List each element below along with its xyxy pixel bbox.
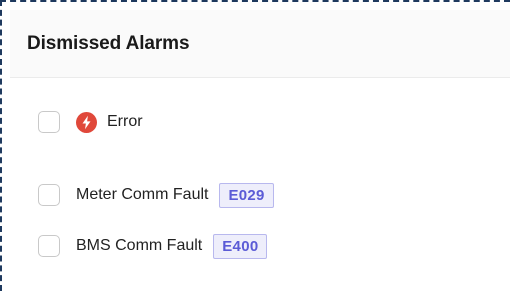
panel-title: Dismissed Alarms (27, 33, 190, 54)
alarm-code-badge: E400 (213, 233, 268, 259)
alarm-checkbox-error[interactable] (38, 111, 60, 133)
alarm-label: BMS Comm Fault (76, 237, 203, 254)
alarm-label: Meter Comm Fault (76, 186, 209, 203)
alarm-checkbox-meter-comm-fault[interactable] (38, 184, 60, 206)
alarm-item-meter-comm-fault: Meter Comm Fault E029 (38, 181, 274, 209)
panel-header: Dismissed Alarms (10, 10, 510, 78)
alarm-checkbox-bms-comm-fault[interactable] (38, 235, 60, 257)
alarm-code-badge: E029 (219, 182, 274, 208)
alarm-label: Error (107, 113, 143, 130)
error-bolt-icon (76, 111, 97, 133)
alarm-item-bms-comm-fault: BMS Comm Fault E400 (38, 232, 268, 260)
alarm-item-error: Error (38, 108, 143, 136)
